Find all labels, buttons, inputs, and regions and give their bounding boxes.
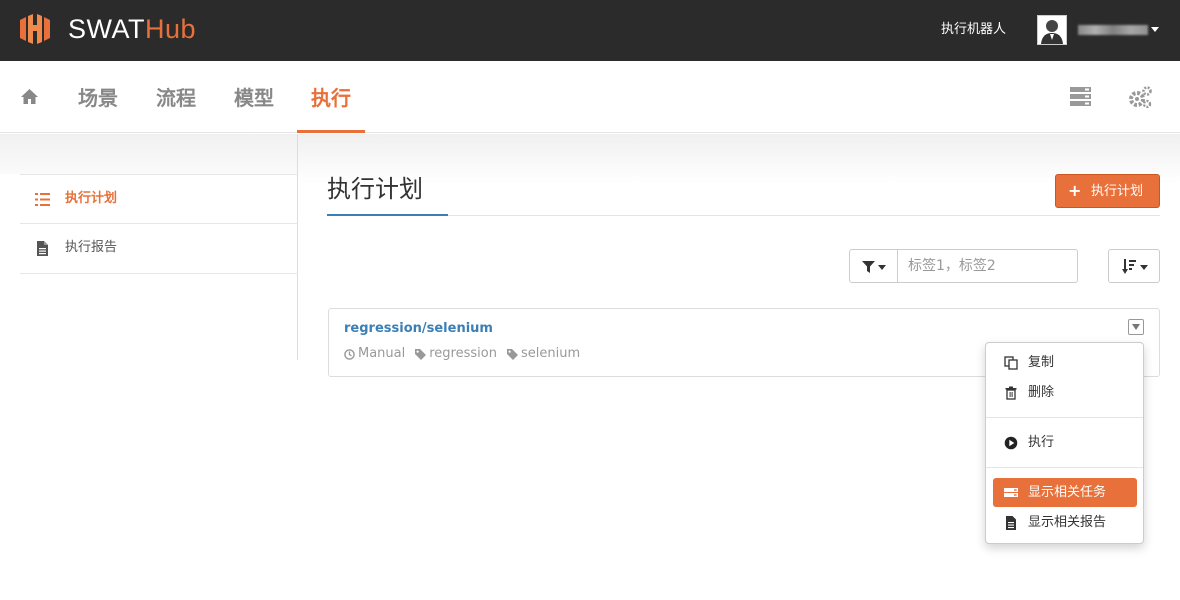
nav-tab-execution[interactable]: 执行 [311,85,351,111]
menu-item-show-tasks[interactable]: 显示相关任务 [993,478,1137,507]
copy-icon [1004,356,1018,370]
menu-divider [986,467,1143,468]
filter-dropdown-button[interactable] [849,249,898,283]
server-icon [1004,488,1018,497]
nav-active-indicator [297,130,365,133]
user-menu-caret-icon[interactable] [1151,27,1159,32]
plan-actions-menu: 复制 删除 执行 显示相关任务 显示相关报告 [985,342,1144,544]
nav-tab-models[interactable]: 模型 [234,85,274,111]
sidebar-divider [20,273,298,274]
file-text-icon [1006,516,1016,530]
robot-link[interactable]: 执行机器人 [941,21,1006,39]
app-logo-text[interactable]: SWATHub [68,12,196,46]
tag-icon [415,348,427,360]
caret-square-down-icon [1132,324,1140,330]
swathub-logo-icon[interactable] [20,14,50,44]
main-nav: 场景 流程 模型 执行 [0,61,1180,133]
tag-filter-input[interactable] [897,249,1078,283]
menu-item-label: 显示相关任务 [1028,485,1107,500]
top-bar: SWATHub 执行机器人 [0,0,1180,61]
menu-item-show-reports[interactable]: 显示相关报告 [993,508,1137,537]
plan-trigger: Manual [358,346,406,361]
menu-item-label: 显示相关报告 [1028,515,1107,530]
plus-icon: + [1068,181,1082,200]
logo-text-part1: SWAT [68,14,145,44]
add-plan-button[interactable]: + 执行计划 [1055,174,1160,208]
menu-divider [986,417,1143,418]
plan-title-link[interactable]: regression/selenium [344,321,493,337]
plan-tag[interactable]: regression [429,345,497,362]
gears-icon[interactable] [1129,86,1152,108]
logo-text-part2: Hub [145,14,197,44]
ordered-list-icon [35,193,50,206]
menu-item-copy[interactable]: 复制 [993,348,1137,377]
sidebar-item-reports[interactable]: 执行报告 [20,223,298,272]
add-plan-button-label: 执行计划 [1091,184,1144,199]
nav-tab-flows[interactable]: 流程 [156,85,196,111]
sidebar-top-shade [0,134,297,174]
caret-down-icon [1140,265,1148,270]
menu-item-label: 复制 [1028,355,1055,370]
play-circle-icon [1004,436,1018,450]
filter-icon [862,261,875,273]
sidebar-item-plans[interactable]: 执行计划 [20,174,298,223]
file-text-icon [37,241,48,256]
clock-icon [344,348,355,360]
menu-item-label: 执行 [1028,435,1055,450]
plan-actions-toggle[interactable] [1128,319,1144,335]
sidebar-item-label: 执行计划 [65,191,118,206]
menu-item-run[interactable]: 执行 [993,428,1137,457]
sidebar-item-label: 执行报告 [65,240,118,255]
trash-icon [1005,386,1017,400]
username-blurred[interactable] [1078,25,1148,35]
sort-icon [1122,259,1136,274]
server-list-icon[interactable] [1070,87,1091,106]
title-divider [327,215,1160,216]
plan-meta: Manual regression selenium [344,345,580,362]
page-title: 执行计划 [327,175,423,203]
user-icon [1041,20,1063,44]
caret-down-icon [878,265,886,270]
menu-item-delete[interactable]: 删除 [993,378,1137,407]
nav-tab-scenes[interactable]: 场景 [78,85,118,111]
tag-icon [506,348,518,360]
home-icon[interactable] [20,88,39,105]
plan-tag[interactable]: selenium [521,345,580,362]
avatar[interactable] [1037,15,1067,45]
menu-item-label: 删除 [1028,385,1055,400]
sort-dropdown-button[interactable] [1108,249,1160,283]
title-accent-line [327,214,448,216]
